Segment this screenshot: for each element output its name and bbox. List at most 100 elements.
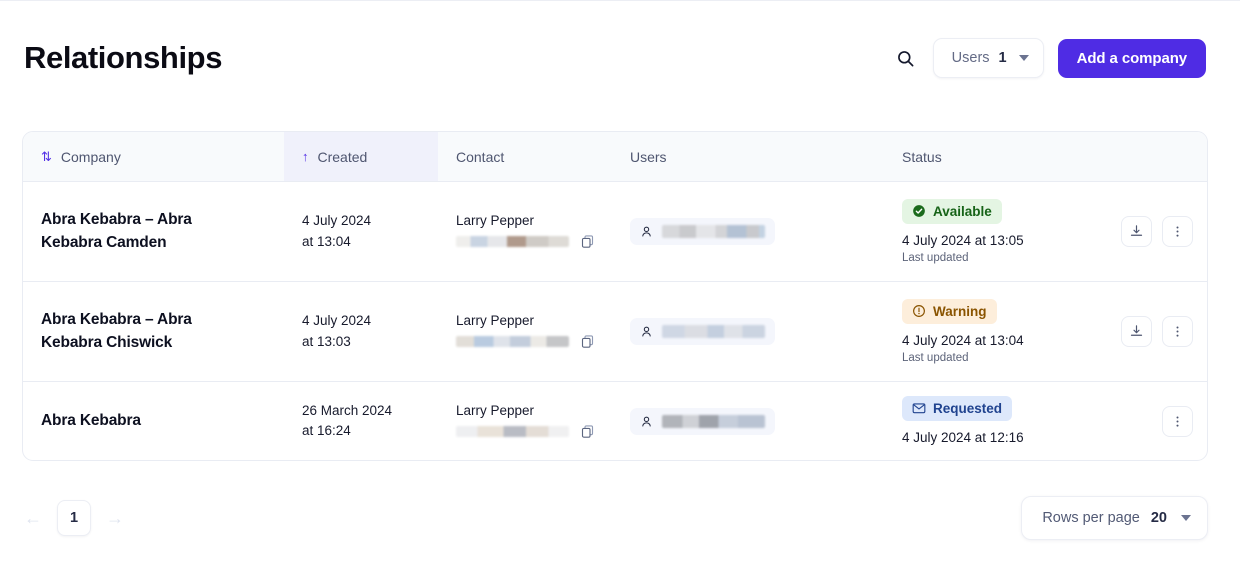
table-footer: ← 1 → Rows per page 20 bbox=[22, 487, 1208, 549]
column-header-actions bbox=[1099, 132, 1207, 181]
column-header-company[interactable]: ⇅ Company bbox=[23, 132, 284, 181]
more-vertical-icon[interactable] bbox=[1162, 216, 1193, 247]
cell-status: Warning 4 July 2024 at 13:04 Last update… bbox=[884, 282, 1099, 381]
users-filter-dropdown[interactable]: Users 1 bbox=[932, 38, 1044, 78]
users-filter-label: Users bbox=[951, 50, 990, 66]
column-header-contact-label: Contact bbox=[456, 148, 505, 165]
cell-created: 4 July 2024 at 13:04 bbox=[284, 182, 438, 281]
cell-company: Abra Kebabra – Abra Kebabra Camden bbox=[23, 182, 284, 281]
chevron-down-icon bbox=[1018, 55, 1029, 61]
download-icon[interactable] bbox=[1121, 316, 1152, 347]
company-name: Abra Kebabra bbox=[41, 411, 141, 429]
contact-email-row bbox=[456, 233, 612, 250]
contact-name: Larry Pepper bbox=[456, 313, 535, 328]
status-badge-label: Available bbox=[933, 203, 992, 219]
user-name-redacted bbox=[662, 225, 765, 238]
cell-contact: Larry Pepper bbox=[438, 282, 612, 381]
add-a-company-button[interactable]: Add a company bbox=[1057, 38, 1206, 78]
next-page-arrow-icon[interactable]: → bbox=[104, 507, 126, 529]
cell-actions bbox=[1099, 182, 1207, 281]
status-badge: Requested bbox=[902, 395, 1013, 421]
column-header-status-label: Status bbox=[902, 148, 942, 165]
download-icon[interactable] bbox=[1121, 216, 1152, 247]
column-header-company-label: Company bbox=[60, 148, 121, 165]
status-badge: Available bbox=[902, 198, 1002, 224]
created-time: at 13:04 bbox=[302, 233, 351, 249]
page-title: Relationships bbox=[24, 40, 223, 75]
status-caption: Last updated bbox=[902, 352, 969, 365]
table-header-row: ⇅ Company ↑ Created Contact Users Status bbox=[23, 132, 1207, 182]
user-name-redacted bbox=[662, 414, 765, 428]
chevron-down-icon bbox=[1181, 515, 1191, 521]
user-name-redacted bbox=[662, 325, 765, 338]
cell-users bbox=[612, 282, 884, 381]
cell-contact: Larry Pepper bbox=[438, 182, 612, 281]
status-timestamp: 4 July 2024 at 13:05 bbox=[902, 232, 1024, 248]
table-row[interactable]: Abra Kebabra 26 March 2024 at 16:24 Larr… bbox=[23, 382, 1207, 460]
cell-contact: Larry Pepper bbox=[438, 382, 612, 460]
contact-name: Larry Pepper bbox=[456, 213, 535, 228]
rows-per-page-label: Rows per page bbox=[1042, 510, 1140, 526]
user-chip[interactable] bbox=[630, 318, 775, 345]
company-name: Abra Kebabra – Abra Kebabra Camden bbox=[41, 211, 192, 251]
more-vertical-icon[interactable] bbox=[1162, 316, 1193, 347]
person-icon bbox=[642, 226, 651, 237]
person-icon bbox=[642, 326, 651, 337]
cell-company: Abra Kebabra bbox=[23, 382, 284, 460]
status-badge: Warning bbox=[902, 298, 997, 324]
status-badge-label: Requested bbox=[933, 400, 1003, 416]
table-row[interactable]: Abra Kebabra – Abra Kebabra Camden 4 Jul… bbox=[23, 182, 1207, 282]
created-date: 26 March 2024 bbox=[302, 402, 393, 418]
check-circle-icon bbox=[912, 204, 926, 218]
copy-icon[interactable] bbox=[579, 233, 596, 250]
previous-page-arrow-icon[interactable]: ← bbox=[22, 507, 44, 529]
copy-icon[interactable] bbox=[579, 333, 596, 350]
copy-icon[interactable] bbox=[579, 423, 596, 440]
cell-created: 26 March 2024 at 16:24 bbox=[284, 382, 438, 460]
table-row[interactable]: Abra Kebabra – Abra Kebabra Chiswick 4 J… bbox=[23, 282, 1207, 382]
column-header-contact[interactable]: Contact bbox=[438, 132, 612, 181]
status-timestamp: 4 July 2024 at 12:16 bbox=[902, 429, 1024, 445]
page-header: Relationships Users 1 Add a company bbox=[0, 23, 1240, 93]
cell-users bbox=[612, 382, 884, 460]
column-header-users[interactable]: Users bbox=[612, 132, 884, 181]
contact-email-redacted bbox=[456, 236, 569, 247]
sort-up-icon: ↑ bbox=[302, 149, 309, 164]
user-chip[interactable] bbox=[630, 218, 775, 245]
user-chip[interactable] bbox=[630, 407, 775, 435]
exclamation-circle-icon bbox=[912, 304, 926, 318]
page-number-1[interactable]: 1 bbox=[57, 500, 91, 536]
contact-email-row bbox=[456, 423, 612, 440]
relationships-page: Relationships Users 1 Add a company ⇅ Co… bbox=[0, 0, 1240, 568]
cell-actions bbox=[1099, 282, 1207, 381]
cell-status: Available 4 July 2024 at 13:05 Last upda… bbox=[884, 182, 1099, 281]
more-vertical-icon[interactable] bbox=[1162, 405, 1193, 437]
envelope-icon bbox=[912, 402, 926, 414]
created-time: at 16:24 bbox=[302, 423, 351, 438]
pagination: ← 1 → bbox=[22, 500, 126, 536]
header-tools: Users 1 Add a company bbox=[893, 38, 1206, 78]
created-date: 4 July 2024 bbox=[302, 313, 372, 329]
created-time: at 13:03 bbox=[302, 333, 351, 349]
cell-actions bbox=[1099, 382, 1207, 460]
column-header-created-label: Created bbox=[317, 148, 368, 165]
contact-email-redacted bbox=[456, 336, 569, 347]
column-header-status[interactable]: Status bbox=[884, 132, 1099, 181]
status-timestamp: 4 July 2024 at 13:04 bbox=[902, 332, 1024, 348]
created-date: 4 July 2024 bbox=[302, 213, 372, 229]
cell-status: Requested 4 July 2024 at 12:16 bbox=[884, 382, 1099, 460]
status-badge-label: Warning bbox=[933, 303, 987, 319]
sort-updown-icon: ⇅ bbox=[41, 149, 52, 164]
rows-per-page-value: 20 bbox=[1150, 510, 1167, 526]
contact-email-row bbox=[456, 333, 612, 350]
column-header-users-label: Users bbox=[630, 148, 667, 165]
search-icon[interactable] bbox=[893, 45, 919, 71]
cell-created: 4 July 2024 at 13:03 bbox=[284, 282, 438, 381]
person-icon bbox=[642, 416, 651, 426]
column-header-created[interactable]: ↑ Created bbox=[284, 132, 438, 181]
company-name: Abra Kebabra – Abra Kebabra Chiswick bbox=[41, 311, 192, 351]
rows-per-page-dropdown[interactable]: Rows per page 20 bbox=[1021, 496, 1208, 540]
contact-email-redacted bbox=[456, 425, 569, 437]
cell-users bbox=[612, 182, 884, 281]
cell-company: Abra Kebabra – Abra Kebabra Chiswick bbox=[23, 282, 284, 381]
